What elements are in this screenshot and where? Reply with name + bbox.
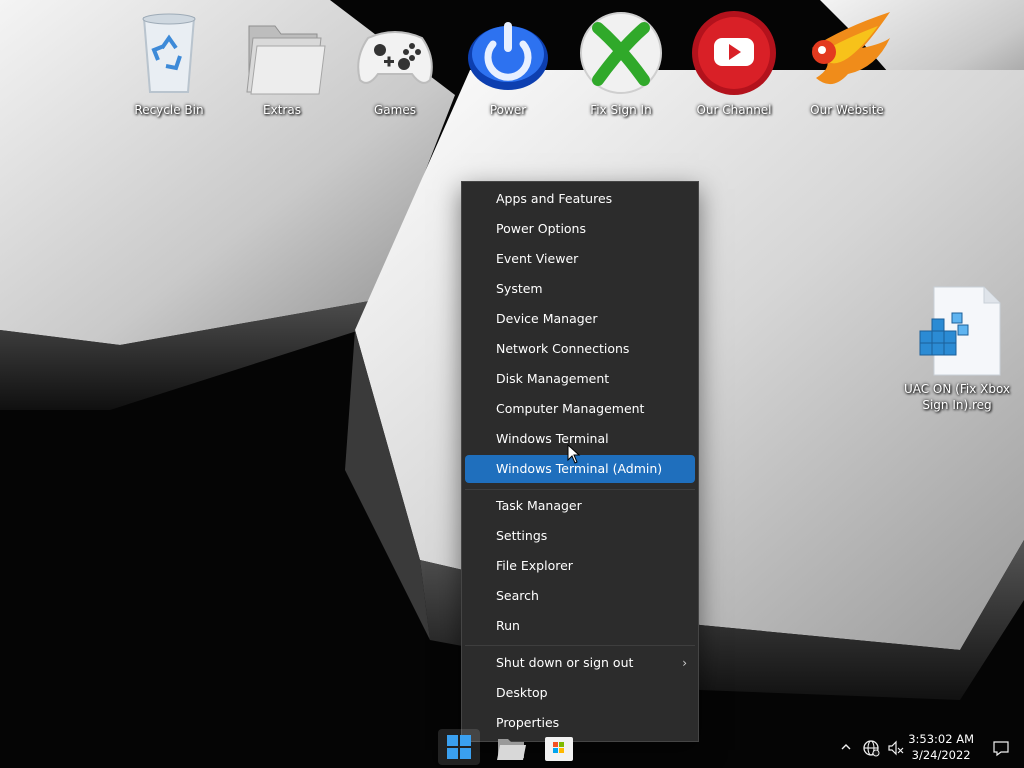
desktop-icon-our-website[interactable]: Our Website (795, 8, 899, 132)
start-button[interactable] (438, 729, 480, 765)
menu-item-apps-and-features[interactable]: Apps and Features (465, 185, 695, 213)
menu-item-search[interactable]: Search (465, 582, 695, 610)
desktop-icon-label: Fix Sign In (590, 103, 652, 117)
taskbar-clock[interactable]: 3:53:02 AM 3/24/2022 (908, 731, 974, 763)
desktop-icon-label: Power (489, 103, 527, 117)
notification-icon[interactable] (992, 739, 1010, 757)
clock-date: 3/24/2022 (911, 748, 971, 762)
desktop-icon-games[interactable]: Games (343, 8, 447, 132)
menu-item-computer-management[interactable]: Computer Management (465, 395, 695, 423)
store-icon (545, 737, 573, 761)
menu-item-label: Shut down or sign out (496, 655, 634, 670)
menu-item-power-options[interactable]: Power Options (465, 215, 695, 243)
menu-item-device-manager[interactable]: Device Manager (465, 305, 695, 333)
menu-separator (465, 645, 695, 646)
menu-item-label: Power Options (496, 221, 586, 236)
menu-item-label: Search (496, 588, 539, 603)
menu-item-label: System (496, 281, 543, 296)
desktop-icon-label: Games (374, 103, 416, 117)
menu-item-desktop[interactable]: Desktop (465, 679, 695, 707)
menu-item-system[interactable]: System (465, 275, 695, 303)
file-explorer-icon (497, 739, 526, 760)
mouse-cursor-icon (567, 444, 581, 464)
desktop-icon-fix-sign-in[interactable]: Fix Sign In (569, 8, 673, 132)
youtube-icon (689, 8, 779, 98)
menu-item-label: Computer Management (496, 401, 645, 416)
menu-separator (465, 489, 695, 490)
gamepad-icon (350, 8, 440, 98)
windows-logo-icon (447, 735, 471, 759)
recycle-bin-icon (124, 8, 214, 98)
menu-item-label: Properties (496, 715, 560, 730)
desktop-icon-reg-file[interactable]: UAC ON (Fix Xbox Sign In).reg (903, 285, 1011, 419)
chevron-right-icon: › (682, 656, 687, 670)
menu-item-label: Disk Management (496, 371, 610, 386)
desktop-icon-label: UAC ON (Fix Xbox Sign In).reg (903, 382, 1011, 412)
desktop-icon-label: Our Website (810, 103, 884, 117)
network-icon[interactable] (862, 739, 880, 757)
menu-item-event-viewer[interactable]: Event Viewer (465, 245, 695, 273)
desktop-icon-label: Our Channel (696, 103, 772, 117)
xbox-icon (576, 8, 666, 98)
menu-item-disk-management[interactable]: Disk Management (465, 365, 695, 393)
phoenix-logo-icon (802, 8, 892, 98)
menu-item-network-connections[interactable]: Network Connections (465, 335, 695, 363)
menu-item-label: Run (496, 618, 520, 633)
registry-file-icon (912, 285, 1002, 377)
folder-icon (237, 8, 327, 98)
menu-item-label: File Explorer (496, 558, 573, 573)
menu-item-label: Settings (496, 528, 548, 543)
menu-item-label: Device Manager (496, 311, 598, 326)
menu-item-task-manager[interactable]: Task Manager (465, 492, 695, 520)
desktop-icon-label: Extras (263, 103, 301, 117)
chevron-up-icon[interactable] (840, 741, 852, 753)
menu-item-shut-down-or-sign-out[interactable]: Shut down or sign out › (465, 649, 695, 677)
menu-item-file-explorer[interactable]: File Explorer (465, 552, 695, 580)
menu-item-label: Task Manager (496, 498, 582, 513)
desktop-icon-our-channel[interactable]: Our Channel (682, 8, 786, 132)
desktop-icon-label: Recycle Bin (134, 103, 204, 117)
power-icon (463, 8, 553, 98)
microsoft-store-taskbar-button[interactable] (538, 729, 580, 765)
menu-item-label: Windows Terminal (496, 431, 609, 446)
menu-item-label: Network Connections (496, 341, 630, 356)
volume-muted-icon[interactable] (887, 739, 905, 757)
menu-item-run[interactable]: Run (465, 612, 695, 640)
desktop-icon-recycle-bin[interactable]: Recycle Bin (117, 8, 221, 132)
desktop-icon-power[interactable]: Power (456, 8, 560, 132)
menu-item-label: Desktop (496, 685, 548, 700)
menu-item-label: Apps and Features (496, 191, 613, 206)
menu-item-settings[interactable]: Settings (465, 522, 695, 550)
menu-item-label: Event Viewer (496, 251, 579, 266)
clock-time: 3:53:02 AM (908, 732, 974, 746)
desktop-icon-extras[interactable]: Extras (230, 8, 334, 132)
file-explorer-taskbar-button[interactable] (490, 729, 532, 765)
